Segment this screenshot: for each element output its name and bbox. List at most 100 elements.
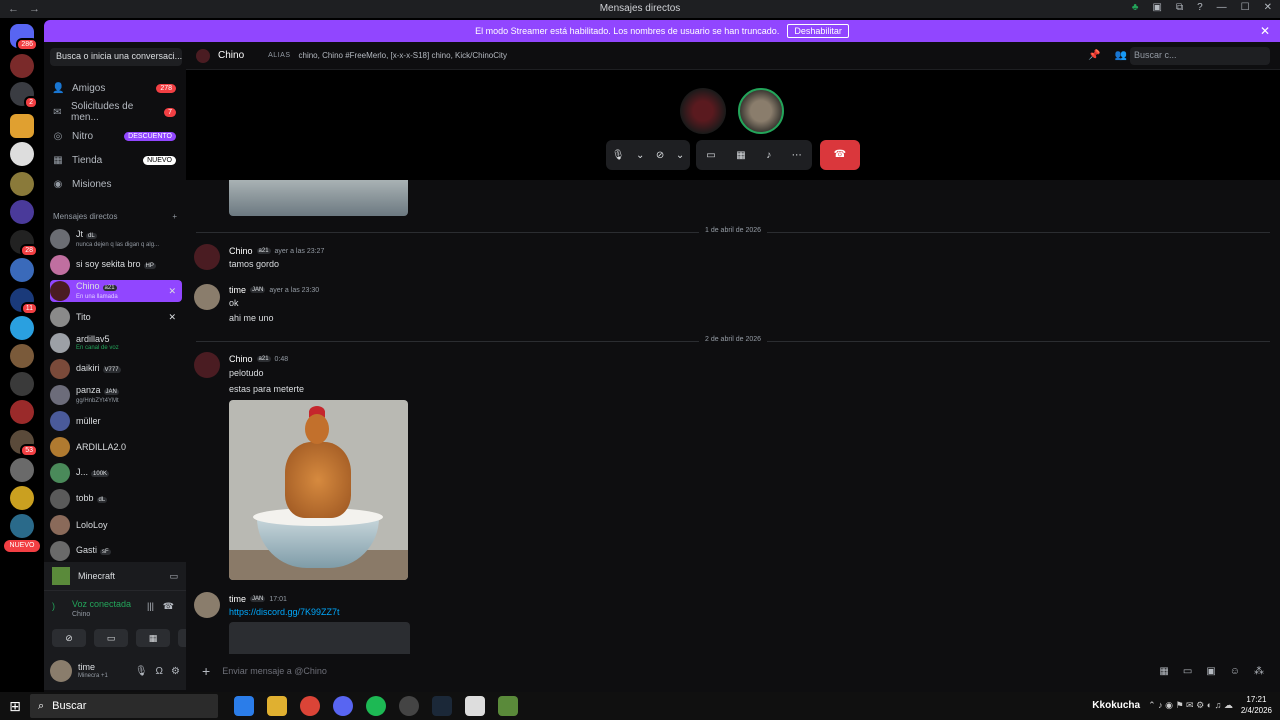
server-icon[interactable]: [10, 316, 34, 340]
avatar[interactable]: [194, 284, 220, 310]
nav-quests[interactable]: ◉ Misiones: [52, 174, 176, 194]
server-icon[interactable]: [10, 486, 34, 510]
server-icon[interactable]: 11: [10, 288, 38, 315]
add-friends-icon[interactable]: 👥: [1115, 50, 1127, 61]
inbox-icon[interactable]: ▣: [1152, 2, 1161, 13]
close-dm-icon[interactable]: ✕: [168, 312, 176, 323]
dm-item[interactable]: müller: [50, 410, 182, 432]
server-icon[interactable]: [10, 172, 34, 196]
soundboard-icon[interactable]: ♪: [766, 150, 771, 161]
dm-item[interactable]: Gasti sF: [50, 540, 182, 562]
dm-item[interactable]: ardillav5 En canal de voz: [50, 332, 182, 354]
emoji-icon[interactable]: ☺: [1230, 666, 1240, 677]
more-icon[interactable]: ⋯: [792, 150, 802, 161]
close-dm-icon[interactable]: ✕: [168, 286, 176, 297]
gift-icon[interactable]: ▦: [1159, 666, 1168, 677]
spotify-icon[interactable]: [366, 696, 386, 716]
server-icon[interactable]: [10, 200, 34, 224]
avatar[interactable]: [50, 660, 72, 682]
camera-off-icon[interactable]: ⊘: [656, 150, 664, 161]
dm-item[interactable]: si soy sekita bro HP: [50, 254, 182, 276]
screen-share-icon[interactable]: ▭: [706, 150, 715, 161]
clock[interactable]: 17:21 2/4/2026: [1241, 694, 1272, 716]
participant-avatar[interactable]: [680, 88, 726, 134]
close-icon[interactable]: ✕: [1260, 24, 1270, 38]
author-name[interactable]: Chino: [229, 246, 253, 256]
microphone-icon[interactable]: 🎙: [135, 666, 148, 677]
avatar[interactable]: [194, 592, 220, 618]
file-explorer-icon[interactable]: [267, 696, 287, 716]
copilot-icon[interactable]: [234, 696, 254, 716]
author-name[interactable]: time: [229, 594, 246, 604]
capcut-icon[interactable]: [465, 696, 485, 716]
gif-icon[interactable]: ▭: [1183, 666, 1192, 677]
server-icon[interactable]: [10, 54, 34, 78]
server-icon[interactable]: 2: [10, 82, 38, 109]
server-icon[interactable]: 28: [10, 230, 38, 257]
nav-nitro[interactable]: ◎ Nitro DESCUENTO: [52, 126, 176, 146]
close-window-button[interactable]: ✕: [1264, 2, 1272, 13]
gear-icon[interactable]: ⚙: [171, 666, 180, 677]
voice-channel[interactable]: Chino: [72, 611, 90, 618]
find-conversation-button[interactable]: Busca o inicia una conversaci...: [50, 48, 182, 66]
message-input[interactable]: Enviar mensaje a @Chino: [222, 666, 327, 676]
share-screen-icon[interactable]: ▭: [169, 571, 178, 582]
server-icon[interactable]: [10, 458, 34, 482]
dm-item[interactable]: Jt dL nunca dejen q las digan q alg...: [50, 228, 182, 250]
nav-message-requests[interactable]: ✉ Solicitudes de men... 7: [52, 101, 176, 123]
chevron-down-icon[interactable]: ⌄: [676, 150, 684, 161]
steam-icon[interactable]: [432, 696, 452, 716]
screen-share-button[interactable]: ▭: [94, 629, 128, 647]
microphone-icon[interactable]: 🎙: [612, 150, 625, 161]
dm-item[interactable]: tobb dL: [50, 488, 182, 510]
screen-icon[interactable]: ⧉: [1176, 2, 1183, 13]
disconnect-icon[interactable]: ☎: [163, 601, 174, 612]
server-icon[interactable]: [10, 372, 34, 396]
chicken-image-attachment[interactable]: [229, 400, 408, 580]
invite-link[interactable]: https://discord.gg/7K99ZZ7t: [229, 607, 340, 617]
server-icon[interactable]: [10, 514, 34, 538]
nav-friends[interactable]: 👤 Amigos 278: [52, 78, 176, 98]
image-attachment[interactable]: [229, 180, 408, 216]
taskbar-search[interactable]: ⌕ Buscar: [30, 694, 218, 718]
minimize-button[interactable]: —: [1217, 2, 1227, 13]
disable-streamer-button[interactable]: Deshabilitar: [787, 24, 849, 38]
message-composer[interactable]: + Enviar mensaje a @Chino ▦ ▭ ▣ ☺ ⁂: [194, 656, 1272, 686]
avatar[interactable]: [194, 352, 220, 378]
chevron-down-icon[interactable]: ⌄: [636, 150, 644, 161]
participant-avatar-speaking[interactable]: [738, 88, 784, 134]
dm-item[interactable]: J... 100K: [50, 462, 182, 484]
leaf-icon[interactable]: ♣: [1132, 2, 1139, 13]
windows-start-icon[interactable]: ⊞: [0, 698, 30, 715]
dm-item[interactable]: LoloLoy: [50, 514, 182, 536]
search-input[interactable]: Buscar c...: [1130, 47, 1270, 65]
tray-icons[interactable]: ⌃ ♪ ◉ ⚑ ✉ ⚙ ◐ ♫ ☁: [1148, 700, 1233, 711]
add-attachment-icon[interactable]: +: [202, 663, 210, 679]
dm-item-active[interactable]: Chino a21 En una llamada ✕: [50, 280, 182, 302]
obs-icon[interactable]: [399, 696, 419, 716]
pin-icon[interactable]: 📌: [1088, 50, 1100, 61]
minecraft-icon[interactable]: [498, 696, 518, 716]
server-icon[interactable]: [10, 258, 34, 282]
avatar[interactable]: [194, 244, 220, 270]
activities-icon[interactable]: ▦: [736, 150, 745, 161]
server-icon[interactable]: [10, 142, 34, 166]
activity-panel[interactable]: Minecraft ▭: [44, 562, 186, 590]
home-discord-icon[interactable]: 286: [10, 24, 38, 51]
server-icon[interactable]: 53: [10, 430, 38, 457]
server-icon[interactable]: [10, 344, 34, 368]
noise-suppression-icon[interactable]: |||: [147, 601, 154, 611]
dm-item[interactable]: panza JAN gg/HnbZYt4YMt: [50, 384, 182, 406]
activities-button[interactable]: ▦: [136, 629, 170, 647]
server-icon[interactable]: [10, 400, 34, 424]
dm-item[interactable]: Tito ✕: [50, 306, 182, 328]
server-icon[interactable]: [10, 114, 34, 138]
discord-icon[interactable]: [333, 696, 353, 716]
maximize-button[interactable]: ☐: [1241, 2, 1250, 13]
dm-item[interactable]: daikiri V777: [50, 358, 182, 380]
headset-icon[interactable]: Ω: [156, 666, 163, 677]
chrome-icon[interactable]: [300, 696, 320, 716]
apps-icon[interactable]: ⁂: [1254, 666, 1264, 677]
add-dm-icon[interactable]: +: [172, 212, 177, 221]
nav-shop[interactable]: ▦ Tienda NUEVO: [52, 150, 176, 170]
